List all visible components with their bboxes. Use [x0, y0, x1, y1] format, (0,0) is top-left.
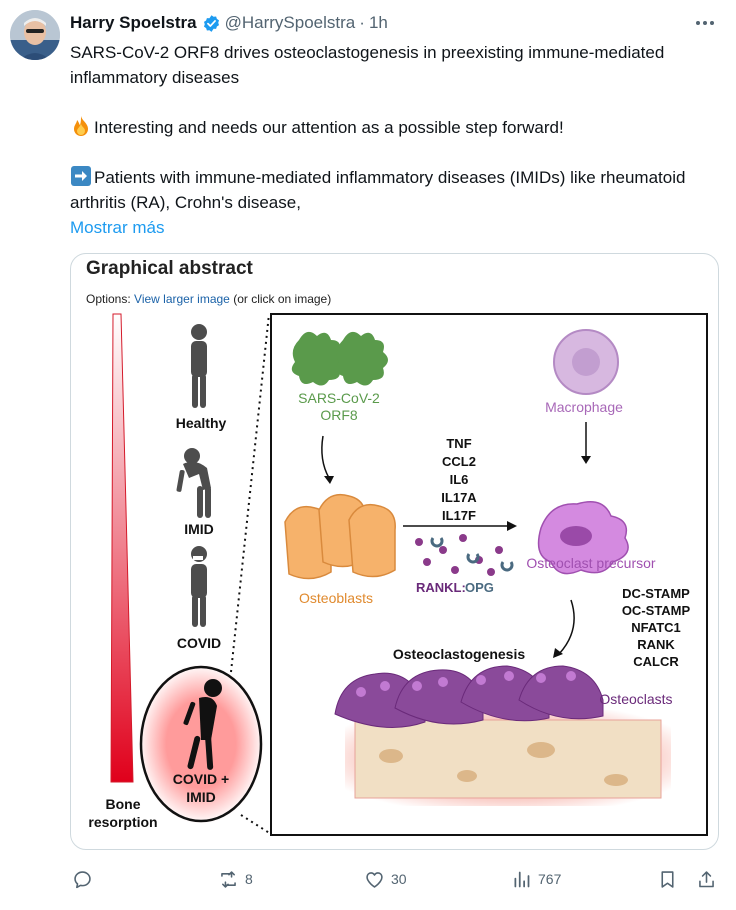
retweet-button[interactable]: 8 — [218, 862, 253, 896]
cytokine-il6: IL6 — [450, 472, 469, 487]
osteoblast-cells-icon — [284, 493, 396, 580]
views-count: 767 — [538, 871, 562, 887]
cytokine-il17a: IL17A — [441, 490, 477, 505]
stage-covid-label: COVID — [177, 635, 221, 651]
macrophage-label: Macrophage — [545, 399, 623, 415]
share-button[interactable] — [696, 862, 717, 896]
opg-label: OPG — [465, 580, 494, 595]
zoom-connector-bottom — [240, 814, 272, 835]
show-more-link[interactable]: Mostrar más — [70, 215, 720, 240]
timestamp[interactable]: 1h — [369, 13, 388, 33]
tweet-header: Harry Spoelstra @HarrySpoelstra · 1h — [70, 12, 388, 34]
separator-dot: · — [359, 13, 365, 32]
tweet-line-patients: Patients with immune-mediated inflammato… — [70, 165, 720, 215]
stage-healthy-label: Healthy — [176, 415, 227, 431]
action-bar: 8 30 767 — [0, 862, 736, 898]
options-prefix: Options: — [86, 292, 135, 306]
retweet-icon — [221, 870, 236, 888]
heart-icon — [366, 871, 383, 888]
osteoblasts-label: Osteoblasts — [299, 590, 373, 606]
covid-imid-label-2: IMID — [186, 789, 216, 805]
options-line: Options: View larger image (or click on … — [86, 292, 331, 306]
graphical-abstract-title: Graphical abstract — [86, 258, 253, 279]
marker-calcr: CALCR — [633, 654, 679, 669]
views-button[interactable]: 767 — [511, 862, 561, 896]
views-chart-icon — [514, 871, 530, 887]
tweet-line-patients-text: Patients with immune-mediated inflammato… — [70, 168, 686, 212]
more-options-icon[interactable] — [694, 14, 716, 32]
stage-imid-label: IMID — [184, 521, 214, 537]
tweet-line-interesting: Interesting and needs our attention as a… — [70, 115, 720, 140]
marker-nfatc1: NFATC1 — [631, 620, 681, 635]
zoom-connector-top — [230, 313, 270, 673]
media-card[interactable]: Graphical abstract Options: View larger … — [70, 253, 719, 850]
verified-badge-icon — [203, 14, 219, 32]
avatar[interactable] — [10, 10, 60, 60]
reply-button[interactable] — [72, 862, 93, 896]
osteoclast-precursor-label: Osteoclast precursor — [526, 555, 655, 571]
tweet-line-interesting-text: Interesting and needs our attention as a… — [94, 118, 564, 137]
author-name[interactable]: Harry Spoelstra — [70, 13, 197, 33]
graphical-abstract-figure: Bone resorption Healthy IMID COVID COVID… — [88, 313, 708, 836]
bookmark-button[interactable] — [657, 862, 678, 896]
covid-person-icon — [191, 546, 207, 627]
share-icon — [699, 870, 714, 887]
covid-imid-label-1: COVID + — [173, 771, 229, 787]
reply-icon — [74, 870, 91, 888]
fire-emoji-icon — [74, 116, 88, 136]
marker-oc-stamp: OC-STAMP — [622, 603, 691, 618]
avatar-photo — [10, 10, 60, 60]
cytokine-tnf: TNF — [446, 436, 471, 451]
osteoclastogenesis-label: Osteoclastogenesis — [393, 646, 525, 662]
options-suffix: (or click on image) — [229, 292, 332, 306]
orf8-label-1: SARS-CoV-2 — [298, 390, 380, 406]
healthy-person-icon — [191, 324, 207, 408]
cytokine-ccl2: CCL2 — [442, 454, 476, 469]
view-larger-image-link[interactable]: View larger image — [134, 292, 230, 306]
marker-rank: RANK — [637, 637, 675, 652]
orf8-label-2: ORF8 — [320, 407, 358, 423]
bone-resorption-label-2: resorption — [88, 814, 157, 830]
bone-resorption-label-1: Bone — [106, 796, 141, 812]
marker-dc-stamp: DC-STAMP — [622, 586, 690, 601]
retweet-count: 8 — [245, 871, 253, 887]
like-count: 30 — [391, 871, 407, 887]
bookmark-icon — [661, 870, 674, 888]
tweet-line-title: SARS-CoV-2 ORF8 drives osteoclastogenesi… — [70, 43, 665, 87]
bone-resorption-gradient-bar — [110, 313, 134, 783]
tweet[interactable]: Harry Spoelstra @HarrySpoelstra · 1h SAR… — [0, 0, 736, 910]
rankl-label: RANKL: — [416, 580, 466, 595]
right-arrow-emoji-icon — [71, 166, 91, 186]
tweet-text: SARS-CoV-2 ORF8 drives osteoclastogenesi… — [70, 40, 720, 240]
osteoclasts-label: Osteoclasts — [599, 691, 672, 707]
imid-person-icon — [176, 448, 211, 518]
like-button[interactable]: 30 — [364, 862, 407, 896]
cytokine-il17f: IL17F — [442, 508, 476, 523]
author-handle[interactable]: @HarrySpoelstra — [225, 13, 356, 33]
